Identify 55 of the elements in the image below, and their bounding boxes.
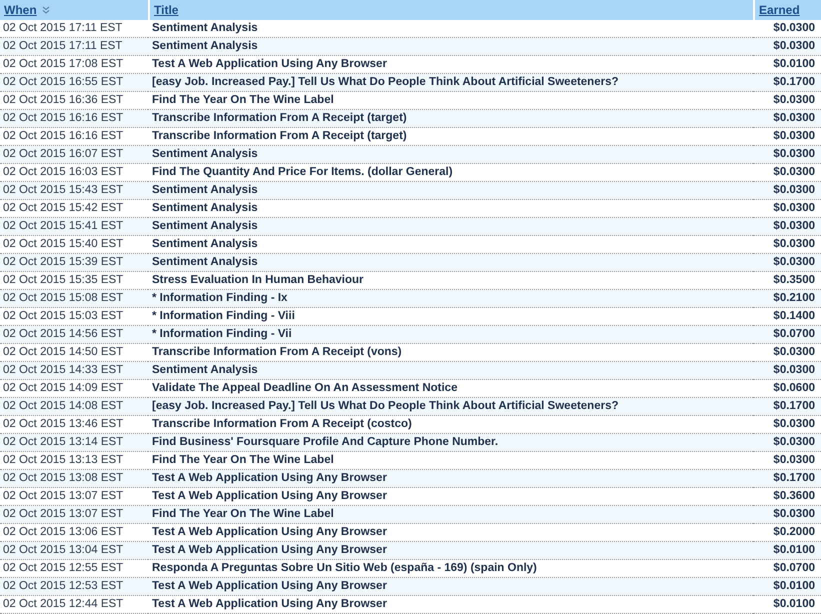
date-cell: 02 Oct 2015 17:11 EST [0,38,148,56]
amount-cell: $0.0300 [753,110,821,128]
date-cell: 02 Oct 2015 14:08 EST [0,398,148,416]
date-cell: 02 Oct 2015 13:08 EST [0,470,148,488]
amount-cell: $0.0700 [753,326,821,344]
amount-cell: $0.1700 [753,470,821,488]
date-cell: 02 Oct 2015 12:44 EST [0,596,148,614]
title-cell: Sentiment Analysis [148,38,753,56]
date-cell: 02 Oct 2015 15:39 EST [0,254,148,272]
amount-cell: $0.1700 [753,74,821,92]
amount-cell: $0.1700 [753,398,821,416]
date-cell: 02 Oct 2015 15:08 EST [0,290,148,308]
date-cell: 02 Oct 2015 13:07 EST [0,506,148,524]
title-cell: Test A Web Application Using Any Browser [148,470,753,488]
amount-cell: $0.0300 [753,506,821,524]
date-cell: 02 Oct 2015 14:56 EST [0,326,148,344]
date-cell: 02 Oct 2015 15:41 EST [0,218,148,236]
amount-cell: $0.0300 [753,38,821,56]
title-cell: * Information Finding - Ix [148,290,753,308]
amount-cell: $0.0300 [753,146,821,164]
date-cell: 02 Oct 2015 14:33 EST [0,362,148,380]
title-cell: Sentiment Analysis [148,254,753,272]
title-cell: Sentiment Analysis [148,182,753,200]
title-cell: Find Business' Foursquare Profile And Capture Phone Number. [148,434,753,452]
column-header-link[interactable]: Earned [759,3,800,17]
date-cell: 02 Oct 2015 13:14 EST [0,434,148,452]
amount-cell: $0.0100 [753,596,821,614]
date-cell: 02 Oct 2015 16:16 EST [0,110,148,128]
title-cell: Sentiment Analysis [148,146,753,164]
date-cell: 02 Oct 2015 12:53 EST [0,578,148,596]
column-header-link[interactable]: Title [154,3,178,17]
title-cell: Find The Year On The Wine Label [148,506,753,524]
title-cell: * Information Finding - Vii [148,326,753,344]
amount-cell: $0.0100 [753,578,821,596]
title-cell: Sentiment Analysis [148,218,753,236]
title-cell: Test A Web Application Using Any Browser [148,542,753,560]
amount-cell: $0.0300 [753,434,821,452]
sort-descending-icon[interactable] [42,6,50,14]
date-cell: 02 Oct 2015 13:04 EST [0,542,148,560]
amount-cell: $0.0300 [753,218,821,236]
amount-cell: $0.0100 [753,542,821,560]
title-cell: Transcribe Information From A Receipt (target) [148,110,753,128]
title-cell: [easy Job. Increased Pay.] Tell Us What Do People Think About Artificial Sweeteners? [148,398,753,416]
date-cell: 02 Oct 2015 15:43 EST [0,182,148,200]
title-cell: Sentiment Analysis [148,362,753,380]
title-cell: Test A Web Application Using Any Browser [148,578,753,596]
amount-cell: $0.2100 [753,290,821,308]
title-cell: [easy Job. Increased Pay.] Tell Us What Do People Think About Artificial Sweeteners? [148,74,753,92]
title-cell: Test A Web Application Using Any Browser [148,596,753,614]
amount-cell: $0.0300 [753,182,821,200]
date-cell: 02 Oct 2015 16:55 EST [0,74,148,92]
amount-cell: $0.0300 [753,254,821,272]
column-header-link[interactable]: When [4,3,37,17]
amount-cell: $0.0300 [753,362,821,380]
date-cell: 02 Oct 2015 16:07 EST [0,146,148,164]
